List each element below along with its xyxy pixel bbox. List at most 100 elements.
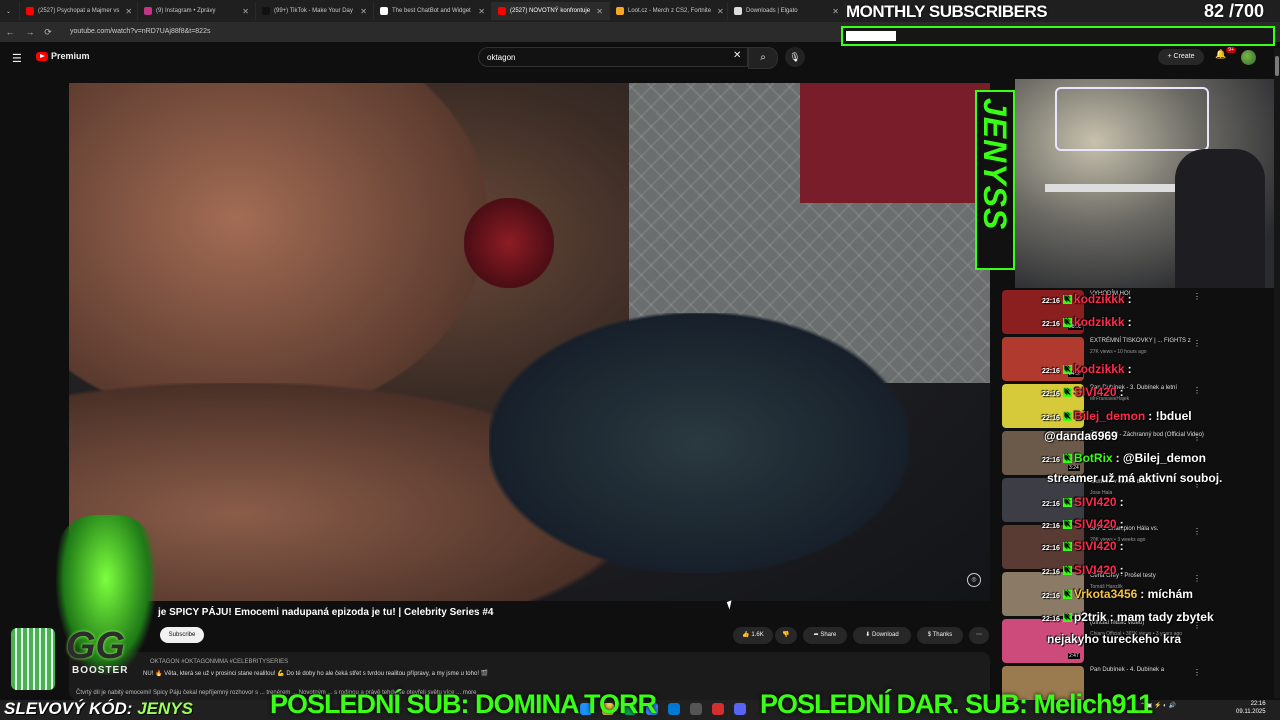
video-title: je SPICY PÁJU! Emocemi nadupaná epizoda … bbox=[158, 607, 494, 618]
gaming-chair bbox=[1175, 149, 1265, 288]
last-donation-overlay: POSLEDNÍ DAR. SUB: Melich911 bbox=[760, 689, 1153, 719]
chat-message: 22:16 K BotRix: @Bilej_demon bbox=[1042, 451, 1206, 465]
tab-label: (99+) TikTok - Make Your Day bbox=[274, 8, 353, 14]
recommendation-menu-icon[interactable]: ⋮ bbox=[1193, 574, 1201, 583]
scrollbar-thumb[interactable] bbox=[1275, 56, 1279, 76]
channel-watermark-icon[interactable]: ◎ bbox=[967, 573, 981, 587]
chat-message: @danda6969 bbox=[1044, 429, 1118, 443]
share-button[interactable]: ➦ Share bbox=[803, 627, 847, 644]
tab-close-icon[interactable]: ✕ bbox=[590, 7, 603, 16]
recommendation-menu-icon[interactable]: ⋮ bbox=[1193, 339, 1201, 348]
tab-close-icon[interactable]: ✕ bbox=[119, 7, 132, 16]
reload-button[interactable]: ⟳ bbox=[42, 25, 54, 39]
chat-message: 22:16 K SIVI420: bbox=[1042, 517, 1124, 531]
kick-badge-icon: K bbox=[1062, 566, 1072, 576]
browser-tab[interactable]: (2527) Psychopat a Majmer vs ✕ bbox=[20, 2, 138, 20]
more-actions-button[interactable]: ⋯ bbox=[969, 627, 989, 644]
notifications-button[interactable]: 🔔 9+ bbox=[1214, 47, 1236, 65]
browser-tab[interactable]: Loot.cz - Merch z CS2, Fortnite ✕ bbox=[610, 2, 728, 20]
tab-search-icon[interactable]: ⌄ bbox=[0, 2, 20, 20]
dislike-button[interactable]: 👎 bbox=[775, 627, 797, 644]
download-button[interactable]: ⬇ Download bbox=[853, 627, 911, 644]
system-tray[interactable]: ⌃ ▣ ⚡ ◐ 🔊 bbox=[1140, 702, 1176, 709]
discord-icon[interactable] bbox=[734, 703, 746, 715]
create-button[interactable]: + Create bbox=[1158, 49, 1204, 65]
recommendation-title[interactable]: Pan Dubínek - 4. Dubínek a bbox=[1090, 667, 1250, 673]
vertical-brand-text: JENYSS bbox=[977, 98, 1013, 231]
create-label: Create bbox=[1173, 53, 1195, 60]
search-input[interactable]: oktagon bbox=[478, 47, 748, 67]
url-field[interactable]: youtube.com/watch?v=nRD7UAj88f8&t=822s bbox=[70, 25, 830, 39]
recommendation-menu-icon[interactable]: ⋮ bbox=[1193, 386, 1201, 395]
chat-text: : bbox=[1127, 315, 1132, 329]
like-button[interactable]: 👍 1.6K bbox=[733, 627, 773, 644]
chat-time: 22:16 bbox=[1042, 569, 1060, 576]
chat-message: 22:16 Kkodzikkk: bbox=[1042, 315, 1132, 329]
description-line-1: NU! 🔥 Věta, která se už v prosinci stane… bbox=[143, 671, 489, 677]
chat-username: Vrkota3456 bbox=[1073, 587, 1138, 601]
chat-message: 22:16 K SIVI420: bbox=[1042, 495, 1124, 509]
thanks-label: Thanks bbox=[932, 632, 953, 638]
browser-tab[interactable]: (2527) NOVOTNÝ konfrontuje ✕ bbox=[492, 2, 610, 20]
tab-close-icon[interactable]: ✕ bbox=[354, 7, 367, 16]
tab-label: (9) Instagram • Zprávy bbox=[156, 8, 216, 14]
mail-icon[interactable] bbox=[668, 703, 680, 715]
voice-search-button[interactable]: 🎙 bbox=[785, 47, 805, 67]
kick-badge-icon: K bbox=[1062, 498, 1072, 508]
thanks-button[interactable]: $ Thanks bbox=[917, 627, 963, 644]
chat-message: 22:16 K SIVI420: bbox=[1042, 385, 1124, 399]
taskbar-clock[interactable]: 22:16 09.11.2025 bbox=[1236, 700, 1266, 716]
clock-time: 22:16 bbox=[1250, 701, 1266, 707]
browser-tab[interactable]: The best ChatBot and Widget ✕ bbox=[374, 2, 492, 20]
vertical-brand-overlay: JENYSS bbox=[975, 90, 1015, 270]
clear-search-icon[interactable]: ✕ bbox=[733, 50, 741, 61]
recommendation-menu-icon[interactable]: ⋮ bbox=[1193, 668, 1201, 677]
chat-message: 22:16 Kp2trik: mam tady zbytek bbox=[1042, 610, 1214, 624]
browser-tab[interactable]: (99+) TikTok - Make Your Day ✕ bbox=[256, 2, 374, 20]
forward-button[interactable]: → bbox=[24, 25, 36, 39]
mascot-logo: GG bbox=[66, 625, 126, 667]
recommendation-title[interactable]: EXTRÉMNÍ TISKOVKY | ... FIGHTS z bbox=[1090, 338, 1250, 344]
kick-badge-icon: K bbox=[1062, 318, 1072, 328]
opera-icon[interactable] bbox=[712, 703, 724, 715]
subscriber-progress-fill bbox=[846, 31, 896, 41]
subscribe-button[interactable]: Subscribe bbox=[160, 627, 204, 643]
browser-tab[interactable]: (9) Instagram • Zprávy ✕ bbox=[138, 2, 256, 20]
subscriber-progress-bar bbox=[841, 26, 1275, 46]
video-scene-red-area bbox=[800, 83, 990, 203]
chat-message: 22:16 K Bilej_demon: !bduel bbox=[1042, 409, 1192, 423]
page-scrollbar[interactable] bbox=[1274, 48, 1280, 698]
hashtags[interactable]: OKTAGON #OKTAGONMMA #CELEBRITYSERIES bbox=[150, 659, 288, 665]
kick-badge-icon: K bbox=[1062, 365, 1072, 375]
tab-close-icon[interactable]: ✕ bbox=[236, 7, 249, 16]
chat-message: 22:16 K SIVI420: bbox=[1042, 563, 1124, 577]
kick-badge-icon: K bbox=[1062, 454, 1072, 464]
recommendation-menu-icon[interactable]: ⋮ bbox=[1193, 527, 1201, 536]
chat-text: : bbox=[1119, 495, 1124, 509]
hamburger-menu-icon[interactable]: ☰ bbox=[12, 52, 22, 65]
tab-close-icon[interactable]: ✕ bbox=[826, 7, 839, 16]
recommendation-menu-icon[interactable]: ⋮ bbox=[1193, 292, 1201, 301]
tab-close-icon[interactable]: ✕ bbox=[472, 7, 485, 16]
back-button[interactable]: ← bbox=[4, 25, 16, 39]
download-icon: ⬇ bbox=[865, 632, 871, 638]
search-button[interactable]: ⌕ bbox=[748, 47, 778, 69]
recommendation-menu-icon[interactable]: ⋮ bbox=[1193, 433, 1201, 442]
tab-favicon-icon bbox=[380, 7, 388, 15]
chat-username: SIVI420 bbox=[1073, 539, 1117, 553]
chat-username: SIVI420 bbox=[1073, 517, 1117, 531]
tab-favicon-icon bbox=[262, 7, 270, 15]
settings-icon[interactable] bbox=[690, 703, 702, 715]
neon-sign bbox=[1055, 87, 1209, 151]
energy-drink-can bbox=[11, 628, 55, 690]
kick-badge-icon: K bbox=[1062, 520, 1072, 530]
video-player[interactable] bbox=[69, 83, 990, 601]
tab-close-icon[interactable]: ✕ bbox=[711, 7, 724, 16]
avatar[interactable] bbox=[1241, 50, 1256, 65]
youtube-logo[interactable]: Premium bbox=[36, 51, 90, 61]
bell-icon: 🔔 bbox=[1215, 49, 1227, 59]
chat-text: : míchám bbox=[1140, 587, 1193, 601]
browser-tab[interactable]: Downloads | Elgato ✕ bbox=[728, 2, 846, 20]
kick-badge-icon: K bbox=[1062, 542, 1072, 552]
kick-badge-icon: K bbox=[1062, 590, 1072, 600]
